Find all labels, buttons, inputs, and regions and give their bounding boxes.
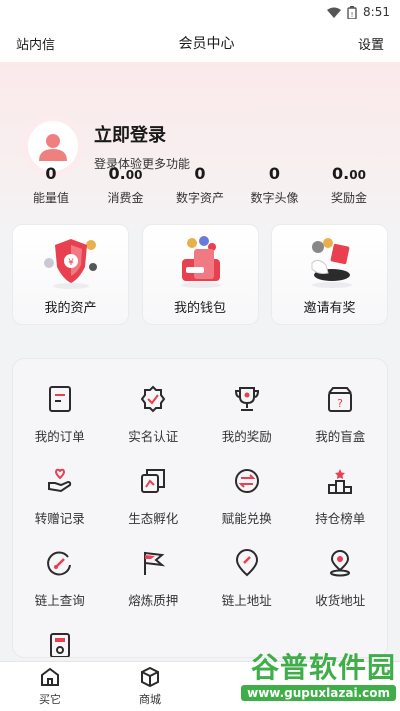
location-pin-icon: [330, 550, 351, 577]
stat-value-int: 0.: [332, 164, 350, 183]
card-my-assets[interactable]: ¥ 我的资产: [12, 224, 129, 325]
invite-gift-icon: [311, 238, 352, 288]
exchange-icon: [234, 469, 259, 493]
stat-value-int: 0: [268, 164, 281, 183]
site-watermark: 谷普软件园 www.gupuxlazai.com: [206, 651, 396, 709]
grid-item-transfer[interactable]: 转赠记录: [13, 465, 107, 547]
grid-item-chain-address[interactable]: 链上地址: [200, 547, 294, 629]
stat-consumption[interactable]: 0.00 消费金: [95, 162, 157, 222]
verified-badge-icon: [141, 385, 166, 413]
stat-value-dec: 00: [349, 168, 366, 182]
grid-item-rewards[interactable]: 我的奖励: [200, 383, 294, 465]
top-header: 站内信 会员中心 设置: [0, 24, 400, 62]
flag-icon: [144, 551, 166, 575]
stat-reward[interactable]: 0.00 奖励金: [318, 162, 380, 222]
card-label: 邀请有奖: [303, 301, 356, 316]
home-icon: [41, 667, 59, 686]
tab-label: 商城: [139, 693, 161, 706]
card-label: 我的资产: [44, 301, 97, 316]
page-title: 会员中心: [178, 36, 235, 52]
stat-digital-avatar[interactable]: 0 数字头像: [244, 162, 306, 222]
grid-item-ranking[interactable]: 持仓榜单: [294, 465, 388, 547]
stat-label: 数字头像: [250, 191, 299, 205]
ranking-podium-icon: [328, 469, 353, 494]
grid-item-verify[interactable]: 实名认证: [107, 383, 201, 465]
svg-text:?: ?: [337, 397, 343, 410]
grid-item-label: 持仓榜单: [315, 511, 366, 526]
tab-label: 买它: [39, 693, 61, 706]
box-icon: [141, 666, 159, 688]
settings-link[interactable]: 设置: [358, 34, 384, 53]
login-title[interactable]: 立即登录: [94, 121, 190, 147]
grid-item-label: 收货地址: [315, 593, 366, 608]
grid-item-label: 链上地址: [221, 593, 272, 608]
battery-icon: !: [347, 5, 357, 19]
svg-text:¥: ¥: [68, 258, 74, 268]
grid-item-label: 我的奖励: [221, 429, 272, 444]
shield-assets-icon: ¥: [43, 239, 97, 289]
card-label: 我的钱包: [173, 301, 226, 316]
grid-item-smelting[interactable]: 熔炼质押: [107, 547, 201, 629]
wifi-icon: [327, 7, 342, 18]
inbox-link[interactable]: 站内信: [16, 34, 55, 53]
gift-hand-icon: [47, 468, 71, 493]
stat-value-dec: 00: [125, 168, 143, 182]
chain-search-icon: [46, 551, 71, 576]
stat-value-int: 0: [45, 164, 57, 183]
phone-wallet-icon: [181, 236, 221, 288]
card-my-wallet[interactable]: 我的钱包: [141, 224, 259, 325]
card-invite[interactable]: 邀请有奖: [271, 224, 388, 325]
grid-item-partial[interactable]: [13, 629, 107, 657]
function-grid: 我的订单 实名认证 我的奖励 ? 我的盲盒 转赠记录 生态孵化 赋能兑换 持仓榜…: [13, 359, 388, 657]
grid-item-label: 生态孵化: [128, 511, 179, 526]
grid-item-incubate[interactable]: 生态孵化: [107, 465, 201, 547]
grid-item-chain-query[interactable]: 链上查询: [13, 547, 107, 629]
grid-item-label: 链上查询: [34, 593, 85, 608]
tab-buy-it[interactable]: 买它: [0, 662, 100, 711]
grid-item-label: 赋能兑换: [221, 511, 272, 526]
stat-label: 数字资产: [175, 191, 224, 205]
grid-item-label: 熔炼质押: [128, 593, 179, 608]
trophy-icon: [234, 387, 259, 411]
incubate-icon: [141, 469, 166, 493]
grid-item-orders[interactable]: 我的订单: [13, 383, 107, 465]
grid-item-shipping-address[interactable]: 收货地址: [294, 547, 388, 629]
mystery-box-icon: ?: [328, 387, 353, 412]
stat-energy[interactable]: 0 能量值: [20, 162, 82, 222]
grid-item-label: 我的订单: [34, 429, 85, 444]
grid-item-blindbox[interactable]: ? 我的盲盒: [294, 383, 388, 465]
grid-item-label: 我的盲盒: [315, 429, 366, 444]
chain-address-icon: [235, 549, 258, 577]
stat-value-int: 0.: [108, 164, 126, 183]
function-grid-panel: 我的订单 实名认证 我的奖励 ? 我的盲盒 转赠记录 生态孵化 赋能兑换 持仓榜…: [12, 358, 388, 658]
stats-row: 0 能量值 0.00 消费金 0 数字资产 0 数字头像 0.00 奖励金: [0, 162, 400, 222]
feature-cards: ¥ 我的资产 我的钱包 邀请有奖: [0, 224, 400, 325]
watermark-url: www.gupuxlazai.com: [241, 685, 396, 701]
svg-text:!: !: [351, 11, 354, 19]
grid-item-exchange[interactable]: 赋能兑换: [200, 465, 294, 547]
stat-label: 奖励金: [330, 191, 367, 205]
stat-digital-assets[interactable]: 0 数字资产: [169, 162, 231, 222]
tab-mall[interactable]: 商城: [100, 662, 200, 711]
user-icon: [39, 134, 67, 161]
grid-item-label: 实名认证: [128, 429, 179, 444]
order-icon: [48, 386, 71, 412]
stat-value-int: 0: [194, 164, 206, 183]
stat-label: 消费金: [107, 191, 144, 205]
status-time: 8:51: [363, 5, 390, 19]
watermark-name: 谷普软件园: [250, 651, 396, 684]
stat-label: 能量值: [32, 191, 69, 205]
grid-item-label: 转赠记录: [34, 511, 85, 526]
status-bar: ! 8:51: [0, 0, 400, 24]
calculator-icon: [49, 633, 70, 657]
